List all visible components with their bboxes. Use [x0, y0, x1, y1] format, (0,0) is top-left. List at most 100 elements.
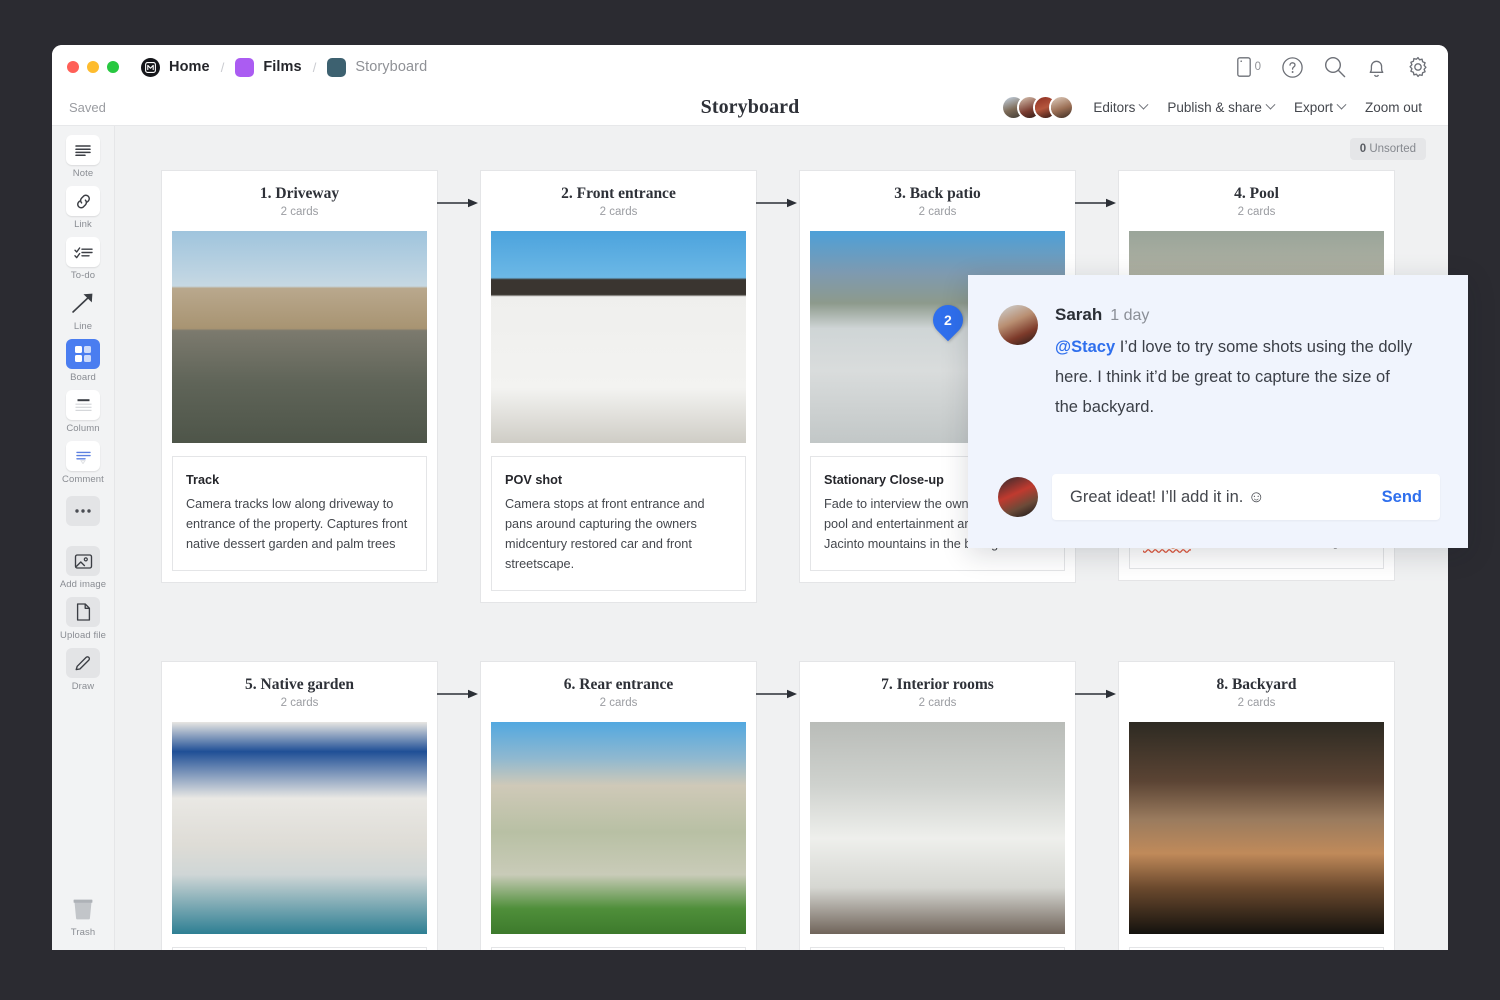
maximize-window-button[interactable]: [107, 61, 119, 73]
chevron-down-icon: [1337, 99, 1347, 109]
connector-arrow-icon: [756, 689, 798, 699]
mobile-preview-icon[interactable]: 0: [1237, 57, 1261, 77]
zoom-out-button[interactable]: Zoom out: [1355, 100, 1432, 115]
sidebar-tool-trash[interactable]: Trash: [57, 894, 109, 938]
avatar: [998, 305, 1038, 345]
breadcrumb-separator: /: [221, 60, 225, 75]
connector-arrow-icon: [437, 198, 479, 208]
comment-header: Sarah1 day @Stacy I’d love to try some s…: [998, 305, 1440, 423]
comment-timestamp: 1 day: [1110, 307, 1149, 324]
shot-card[interactable]: POV shot Camera moves out through the si…: [1129, 947, 1384, 950]
comment-pin-count: 2: [944, 312, 952, 328]
window-controls[interactable]: [52, 61, 119, 73]
tools-sidebar: Note Link To-do: [52, 126, 115, 950]
sidebar-tool-draw[interactable]: Draw: [57, 648, 109, 692]
publish-share-dropdown[interactable]: Publish & share: [1157, 100, 1284, 115]
sidebar-tool-upload-file[interactable]: Upload file: [57, 597, 109, 641]
sidebar-tool-label: Draw: [72, 681, 95, 692]
toolbar-actions: Editors Publish & share Export Zoom out: [1001, 95, 1448, 120]
board-column[interactable]: 2. Front entrance 2 cards POV shot Camer…: [480, 170, 757, 603]
sidebar-tool-board[interactable]: Board: [57, 339, 109, 383]
sidebar-tool-label: Column: [66, 423, 99, 434]
settings-gear-icon[interactable]: [1407, 56, 1429, 78]
comment-popup[interactable]: Sarah1 day @Stacy I’d love to try some s…: [968, 275, 1468, 548]
editor-avatars[interactable]: [1001, 95, 1074, 120]
minimize-window-button[interactable]: [87, 61, 99, 73]
more-ellipsis-icon: [66, 496, 100, 526]
column-card-count: 2 cards: [172, 697, 427, 709]
chevron-down-icon: [1139, 99, 1149, 109]
column-thumbnail[interactable]: [491, 231, 746, 443]
breadcrumb-item-storyboard[interactable]: Storyboard: [327, 58, 427, 77]
breadcrumb-item-home[interactable]: Home: [141, 58, 210, 77]
comment-icon: [66, 441, 100, 471]
board-column[interactable]: 1. Driveway 2 cards Track Camera tracks …: [161, 170, 438, 583]
board-icon: [66, 339, 100, 369]
mention-link[interactable]: @Stacy: [1055, 338, 1115, 356]
sidebar-tool-column[interactable]: Column: [57, 390, 109, 434]
column-title: 6. Rear entrance: [491, 676, 746, 694]
color-swatch-icon: [327, 58, 346, 77]
column-thumbnail[interactable]: [172, 231, 427, 443]
sidebar-tool-comment[interactable]: Comment: [57, 441, 109, 485]
breadcrumb-separator: /: [313, 60, 317, 75]
shot-card[interactable]: POV shot Camera stops at front entrance …: [491, 456, 746, 591]
column-title: 1. Driveway: [172, 185, 427, 203]
help-icon[interactable]: [1282, 57, 1303, 78]
board-column[interactable]: 6. Rear entrance 2 cards POV shot Camera…: [480, 661, 757, 950]
search-icon[interactable]: [1324, 56, 1346, 78]
sidebar-tool-todo[interactable]: To-do: [57, 237, 109, 281]
board-column[interactable]: 7. Interior rooms 2 cards Track Camera p…: [799, 661, 1076, 950]
column-card-count: 2 cards: [1129, 697, 1384, 709]
unsorted-label: Unsorted: [1369, 143, 1416, 155]
avatar: [998, 477, 1038, 517]
column-title: 8. Backyard: [1129, 676, 1384, 694]
column-thumbnail[interactable]: [491, 722, 746, 934]
shot-card-title: Track: [186, 473, 413, 487]
board-column[interactable]: 5. Native garden 2 cards Stationary Inte…: [161, 661, 438, 950]
board-column[interactable]: 8. Backyard 2 cards POV shot Camera move…: [1118, 661, 1395, 950]
column-card-count: 2 cards: [810, 697, 1065, 709]
unsorted-badge[interactable]: 0 Unsorted: [1350, 138, 1426, 160]
breadcrumb-item-films[interactable]: Films: [235, 58, 301, 77]
add-image-icon: [66, 546, 100, 576]
editors-dropdown[interactable]: Editors: [1083, 100, 1157, 115]
draw-pencil-icon: [66, 648, 100, 678]
comment-meta: Sarah1 day: [1055, 305, 1415, 325]
close-window-button[interactable]: [67, 61, 79, 73]
send-button[interactable]: Send: [1382, 488, 1422, 507]
shot-card[interactable]: Track Camera tracks low along driveway t…: [172, 456, 427, 571]
shot-card-title: POV shot: [505, 473, 732, 487]
comment-reply-input[interactable]: Great ideat! I’ll add it in. ☺ Send: [1052, 474, 1440, 520]
comment-text: @Stacy I’d love to try some shots using …: [1055, 333, 1415, 423]
sidebar-tool-add-image[interactable]: Add image: [57, 546, 109, 590]
note-icon: [66, 135, 100, 165]
sidebar-tool-note[interactable]: Note: [57, 135, 109, 179]
window-chrome-bar: Home / Films / Storyboard 0: [52, 45, 1448, 89]
column-card-count: 2 cards: [172, 206, 427, 218]
comment-reply-value: Great ideat! I’ll add it in. ☺: [1070, 488, 1382, 507]
breadcrumb: Home / Films / Storyboard: [141, 58, 427, 77]
export-dropdown[interactable]: Export: [1284, 100, 1355, 115]
column-thumbnail[interactable]: [810, 722, 1065, 934]
comment-pin-badge[interactable]: 2: [933, 305, 963, 335]
connector-arrow-icon: [437, 689, 479, 699]
notifications-bell-icon[interactable]: [1367, 57, 1386, 78]
sidebar-tool-line[interactable]: Line: [57, 288, 109, 332]
sidebar-tool-label: To-do: [71, 270, 95, 281]
unsorted-count: 0: [1360, 143, 1366, 155]
breadcrumb-label-storyboard: Storyboard: [355, 59, 427, 75]
publish-share-label: Publish & share: [1167, 100, 1262, 115]
column-title: 2. Front entrance: [491, 185, 746, 203]
sidebar-tool-label: Board: [70, 372, 96, 383]
screen-root: Home / Films / Storyboard 0: [0, 0, 1500, 1000]
column-thumbnail[interactable]: [172, 722, 427, 934]
column-icon: [66, 390, 100, 420]
shot-card[interactable]: POV shot Camera enters through the main …: [491, 947, 746, 950]
column-thumbnail[interactable]: [1129, 722, 1384, 934]
shot-card[interactable]: Track Camera pans through each room of t…: [810, 947, 1065, 950]
sidebar-tool-link[interactable]: Link: [57, 186, 109, 230]
shot-card[interactable]: Stationary Interview with owner about th…: [172, 947, 427, 950]
sidebar-tool-more[interactable]: [57, 496, 109, 526]
link-icon: [66, 186, 100, 216]
